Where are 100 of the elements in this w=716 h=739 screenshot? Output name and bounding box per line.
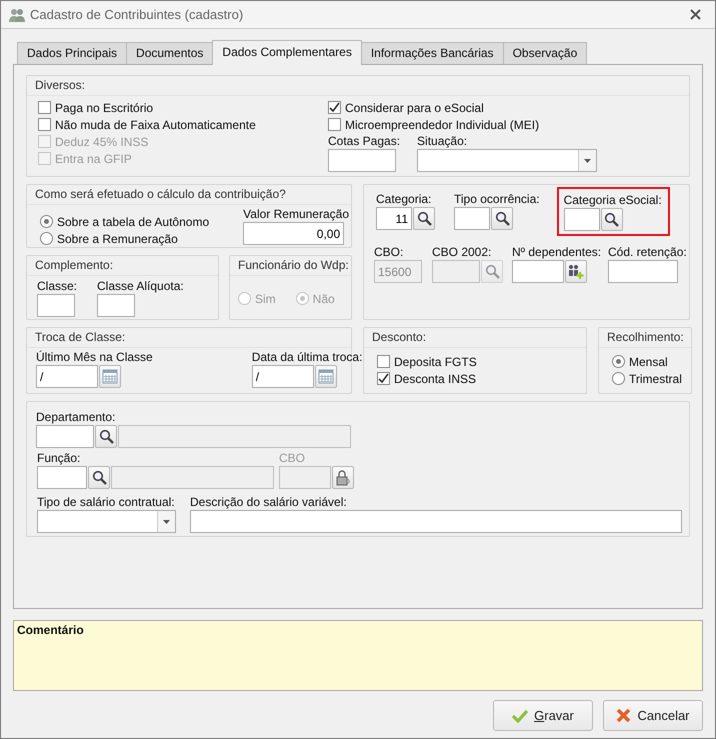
field-label: Descrição do salário variável:: [190, 495, 348, 510]
input-field[interactable]: [328, 149, 396, 172]
group-title: Recolhimento:: [607, 330, 684, 344]
search-icon: [484, 264, 500, 279]
field-label: Classe:: [37, 279, 78, 294]
search-button[interactable]: [95, 425, 117, 448]
save-button[interactable]: Gravar: [493, 700, 593, 731]
radio-label: Sobre a tabela de Autônomo: [57, 214, 210, 228]
caret-icon: [584, 158, 592, 162]
radio-button[interactable]: [612, 372, 625, 385]
dropdown[interactable]: [37, 510, 176, 533]
checkbox[interactable]: [38, 101, 51, 114]
group-title: Como será efetuado o cálculo da contribuição?: [35, 187, 286, 201]
add-people-button[interactable]: [565, 260, 587, 283]
input-field[interactable]: [37, 294, 75, 317]
radio-label: Mensal: [629, 354, 668, 368]
calendar-button[interactable]: [99, 365, 121, 388]
checkbox-label: Deposita FGTS: [394, 354, 477, 368]
field-label: Tipo de salário contratual:: [37, 495, 176, 510]
checkbox[interactable]: [38, 118, 51, 131]
input-field[interactable]: [279, 466, 331, 489]
tab[interactable]: Informações Bancárias: [360, 42, 504, 64]
checkbox[interactable]: [377, 355, 390, 368]
comment-field[interactable]: Comentário: [13, 620, 703, 691]
input-field[interactable]: [608, 260, 678, 283]
group-title: Diversos:: [35, 78, 86, 92]
field-label: Categoria:: [376, 192, 432, 206]
lock-icon: [336, 470, 350, 486]
checkbox-label: Considerar para o eSocial: [345, 100, 484, 114]
search-button[interactable]: [413, 207, 435, 230]
group-title: Troca de Classe:: [35, 330, 126, 344]
field-label: CBO 2002:: [432, 245, 492, 260]
input-field[interactable]: [37, 466, 87, 489]
radio-label: Sim: [255, 292, 276, 306]
search-icon: [494, 211, 510, 226]
checkmark-icon: [512, 708, 528, 722]
field-label: Cotas Pagas:: [328, 134, 400, 149]
people-icon: [9, 6, 25, 22]
input-field[interactable]: [36, 425, 94, 448]
checkbox-label: Desconta INSS: [394, 372, 476, 386]
search-icon: [98, 429, 114, 444]
checkbox-label: Paga no Escritório: [55, 100, 154, 114]
tab[interactable]: Documentos: [126, 42, 214, 64]
checkbox-label: Microempreendedor Individual (MEI): [345, 118, 540, 132]
field-label: Situação:: [417, 134, 468, 149]
calendar-icon: [102, 369, 118, 384]
field-label: Tipo ocorrência:: [454, 192, 540, 206]
field-label: Classe Alíquota:: [97, 279, 184, 294]
caret-icon: [163, 520, 170, 524]
comment-label: Comentário: [17, 623, 84, 637]
checkbox[interactable]: [377, 372, 390, 385]
field-label: Último Mês na Classe: [36, 350, 153, 365]
cancel-button[interactable]: Cancelar: [603, 700, 703, 731]
field-label: Valor Remuneração: [243, 207, 349, 222]
checkbox[interactable]: [328, 101, 341, 114]
date-field[interactable]: /: [36, 365, 98, 388]
tab[interactable]: Dados Complementares: [212, 40, 362, 65]
radio-button[interactable]: [40, 232, 53, 245]
checkbox-label: Deduz 45% INSS: [55, 134, 148, 148]
close-icon[interactable]: [690, 9, 701, 20]
lock-button[interactable]: [332, 466, 354, 489]
field-label: Departamento:: [36, 410, 116, 425]
checkbox-label: Não muda de Faixa Automaticamente: [55, 118, 256, 132]
radio-label: Trimestral: [629, 372, 682, 386]
field-label: CBO: [279, 451, 306, 466]
search-button[interactable]: [491, 207, 513, 230]
description-field[interactable]: [111, 466, 274, 489]
checkbox[interactable]: [328, 118, 341, 131]
calendar-button[interactable]: [314, 365, 337, 388]
radio-button[interactable]: [40, 215, 53, 228]
field-label: Nº dependentes:: [512, 245, 602, 260]
field-label: CBO:: [374, 245, 404, 260]
group-title: Desconto:: [372, 330, 426, 344]
search-button[interactable]: [600, 208, 623, 231]
input-field[interactable]: 11: [376, 207, 412, 230]
tab[interactable]: Dados Principais: [17, 42, 128, 64]
tab[interactable]: Observação: [502, 42, 588, 64]
dropdown[interactable]: [417, 149, 598, 172]
input-field[interactable]: [512, 260, 564, 283]
description-field[interactable]: [118, 425, 351, 448]
field-label: Cód. retenção:: [608, 245, 687, 260]
search-button[interactable]: [88, 466, 110, 489]
date-field[interactable]: /: [252, 365, 314, 388]
search-icon: [604, 212, 620, 227]
field-label: Categoria eSocial:: [564, 193, 662, 207]
input-field[interactable]: [97, 294, 136, 317]
input-field[interactable]: 0,00: [243, 222, 344, 245]
group-title: Complemento:: [35, 258, 114, 272]
group-title: Funcionário do Wdp:: [238, 258, 349, 272]
close-icon: [616, 708, 632, 723]
checkbox-label: Entra na GFIP: [55, 152, 132, 166]
input-field[interactable]: [454, 207, 490, 230]
calendar-icon: [318, 369, 334, 384]
search-icon: [92, 470, 106, 485]
window-title: Cadastro de Contribuintes (cadastro): [30, 7, 244, 22]
radio-button[interactable]: [612, 355, 625, 368]
input-field[interactable]: [564, 208, 600, 231]
radio-label: Não: [312, 292, 335, 306]
input-field[interactable]: [190, 510, 682, 533]
radio-label: Sobre a Remuneração: [57, 232, 178, 246]
